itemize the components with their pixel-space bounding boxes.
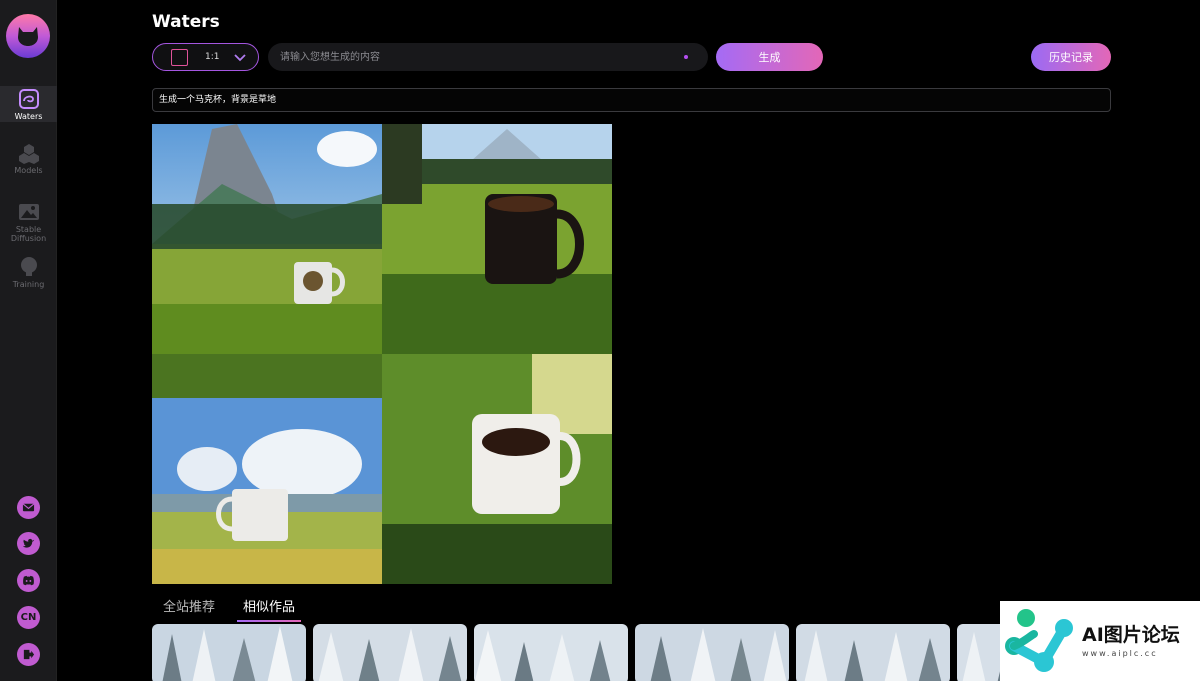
generated-image-4[interactable]	[382, 354, 612, 584]
watermark-title: AI图片论坛	[1082, 624, 1180, 646]
generated-image-1[interactable]	[152, 124, 382, 354]
ratio-swatch-icon	[171, 48, 188, 66]
thumbnail-1[interactable]	[152, 624, 306, 681]
sidebar-item-training[interactable]: Training	[0, 256, 57, 289]
history-button[interactable]: 历史记录	[1031, 43, 1111, 71]
models-icon	[18, 144, 39, 164]
thumbnail-5[interactable]	[796, 624, 950, 681]
watermark-logo-icon	[1005, 609, 1073, 672]
generated-image-2[interactable]	[382, 124, 612, 354]
aspect-ratio-select[interactable]: 1:1	[152, 43, 259, 71]
thumbnail-3[interactable]	[474, 624, 628, 681]
site-watermark: AI图片论坛 www.aiplc.cc	[1000, 601, 1200, 681]
training-icon	[20, 257, 37, 276]
image-icon	[18, 204, 39, 220]
sidebar-item-stable-diffusion[interactable]: Stable Diffusion	[0, 201, 57, 243]
prompt-input[interactable]	[268, 43, 708, 71]
tab-similar-works[interactable]: 相似作品	[237, 596, 302, 622]
discord-button[interactable]	[17, 569, 40, 592]
language-icon: CN	[20, 612, 37, 623]
twitter-button[interactable]	[17, 532, 40, 555]
waters-icon	[18, 89, 39, 109]
sidebar-item-label-line1: Stable	[15, 225, 42, 234]
tab-site-recommend[interactable]: 全站推荐	[163, 596, 215, 622]
sidebar-item-label: Training	[12, 280, 45, 289]
octocat-logo-icon	[18, 27, 38, 46]
sidebar-item-label: Waters	[14, 112, 43, 121]
generated-image-3[interactable]	[152, 354, 382, 584]
gallery-tabs: 全站推荐 相似作品	[163, 596, 323, 622]
logout-icon	[23, 649, 35, 660]
sidebar: Waters Models Stable Diffusion Training	[0, 0, 57, 681]
sidebar-item-label: Models	[14, 166, 43, 175]
thumbnail-2[interactable]	[313, 624, 467, 681]
sidebar-item-waters[interactable]: Waters	[0, 86, 57, 122]
mail-icon	[22, 503, 35, 512]
current-prompt: 生成一个马克杯，背景是草地	[152, 88, 1111, 112]
twitter-icon	[22, 538, 35, 548]
thumbnail-4[interactable]	[635, 624, 789, 681]
sidebar-item-label-line2: Diffusion	[10, 234, 47, 243]
generated-image-grid	[152, 124, 613, 584]
chevron-down-icon	[234, 54, 247, 62]
mail-button[interactable]	[17, 496, 40, 519]
sidebar-item-models[interactable]: Models	[0, 142, 57, 175]
input-indicator-dot	[684, 55, 688, 59]
generate-button[interactable]: 生成	[716, 43, 823, 71]
app-logo[interactable]	[6, 14, 50, 58]
ratio-label: 1:1	[205, 52, 220, 62]
watermark-url: www.aiplc.cc	[1082, 649, 1158, 658]
discord-icon	[23, 575, 34, 586]
language-button[interactable]: CN	[17, 606, 40, 629]
logout-button[interactable]	[17, 643, 40, 666]
page-title: Waters	[152, 12, 220, 32]
